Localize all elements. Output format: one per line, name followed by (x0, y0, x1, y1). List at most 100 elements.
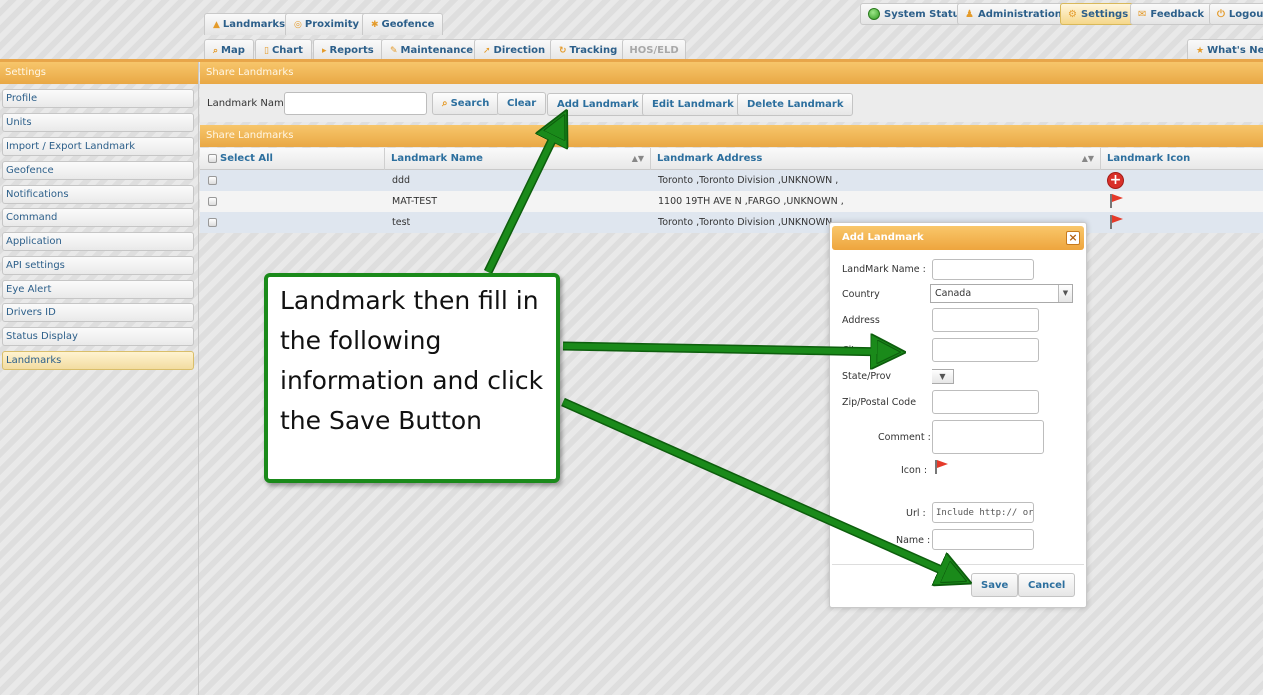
address-field[interactable] (932, 308, 1039, 332)
wrench-icon: ✎ (390, 45, 398, 56)
add-landmark-button[interactable]: Add Landmark (547, 93, 649, 116)
search-icon: ⌕ (442, 98, 448, 109)
row-landmark-name: test (392, 217, 411, 228)
comment-field[interactable] (932, 420, 1044, 454)
dialog-header: Add Landmark × (832, 226, 1084, 250)
country-select[interactable]: Canada ▼ (930, 284, 1073, 303)
sidebar-item-eye-alert[interactable]: Eye Alert (2, 280, 194, 299)
feedback-button[interactable]: ✉ Feedback (1130, 3, 1213, 25)
sidebar-item-command[interactable]: Command (2, 208, 194, 227)
sort-icon: ▲▼ (1081, 154, 1094, 163)
landmark-name-field-label: LandMark Name : (842, 264, 926, 275)
row-landmark-name: ddd (392, 175, 411, 186)
cancel-button[interactable]: Cancel (1018, 573, 1076, 597)
sidebar-item-profile[interactable]: Profile (2, 89, 194, 108)
grid-header: Select All Landmark Name ▲▼ Landmark Addr… (200, 148, 1263, 170)
dialog-divider (832, 564, 1084, 565)
tab-chart[interactable]: ▯ Chart (255, 39, 312, 61)
red-flag-icon[interactable] (934, 459, 948, 475)
direction-icon: ➚ (483, 45, 491, 56)
name-label: Name : (896, 535, 931, 546)
chart-icon: ▯ (264, 45, 269, 56)
tab-hos-eld[interactable]: HOS/ELD (622, 39, 686, 61)
icon-label: Icon : (901, 465, 928, 476)
whats-new-button[interactable]: ★What's New (1187, 39, 1263, 61)
tab-landmarks[interactable]: ▲ Landmarks (204, 13, 295, 35)
settings-button[interactable]: ⚙ Settings (1060, 3, 1137, 25)
sidebar-item-import-export[interactable]: Import / Export Landmark (2, 137, 194, 156)
save-button[interactable]: Save (971, 573, 1019, 597)
clear-button[interactable]: Clear (497, 92, 547, 115)
logout-button[interactable]: ⏻Logout (1209, 3, 1263, 25)
star-icon: ★ (1196, 45, 1205, 56)
sidebar-item-application[interactable]: Application (2, 232, 194, 251)
city-field[interactable] (932, 338, 1039, 362)
section-title: Share Landmarks (200, 62, 1263, 84)
sidebar-item-api-settings[interactable]: API settings (2, 256, 194, 275)
power-icon: ⏻ (1217, 8, 1225, 20)
country-label: Country (842, 289, 880, 300)
row-landmark-address: Toronto ,Toronto Division ,UNKNOWN , (658, 175, 839, 186)
administration-button[interactable]: ♟ Administration (957, 3, 1070, 25)
table-row[interactable]: MAT-TEST 1100 19TH AVE N ,FARGO ,UNKNOWN… (200, 191, 1263, 212)
search-button[interactable]: ⌕ Search (432, 92, 500, 115)
grid-title: Share Landmarks (200, 125, 1263, 147)
map-icon: ⌕ (213, 45, 219, 56)
annotation-callout: Landmark then fill in the following info… (264, 273, 560, 483)
zip-field[interactable] (932, 390, 1039, 414)
row-checkbox[interactable] (208, 218, 217, 227)
dialog-title: Add Landmark (842, 232, 924, 243)
name-field[interactable] (932, 529, 1034, 550)
column-landmark-icon[interactable]: Landmark Icon (1101, 148, 1263, 170)
address-label: Address (842, 315, 880, 326)
column-landmark-address[interactable]: Landmark Address ▲▼ (651, 148, 1101, 170)
row-checkbox[interactable] (208, 197, 217, 206)
landmark-name-label: Landmark Name: (207, 98, 294, 109)
landmark-name-search-input[interactable] (284, 92, 427, 115)
tab-reports[interactable]: ▸ Reports (313, 39, 383, 61)
table-row[interactable]: test Toronto ,Toronto Division ,UNKNOWN … (200, 212, 1263, 233)
feedback-icon: ✉ (1138, 8, 1147, 20)
tab-direction[interactable]: ➚ Direction (474, 39, 555, 61)
url-field[interactable]: Include http:// or https:// (932, 502, 1034, 523)
chevron-down-icon: ▼ (932, 370, 953, 383)
row-landmark-address: 1100 19TH AVE N ,FARGO ,UNKNOWN , (658, 196, 844, 207)
edit-landmark-button[interactable]: Edit Landmark (642, 93, 744, 116)
sidebar-item-notifications[interactable]: Notifications (2, 185, 194, 204)
landmark-icon: ▲ (213, 19, 220, 30)
table-row[interactable]: ddd Toronto ,Toronto Division ,UNKNOWN ,… (200, 170, 1263, 191)
sidebar-item-drivers-id[interactable]: Drivers ID (2, 303, 194, 322)
zip-label: Zip/Postal Code (842, 397, 917, 408)
row-checkbox[interactable] (208, 176, 217, 185)
red-flag-icon (1109, 193, 1123, 209)
sidebar-item-status-display[interactable]: Status Display (2, 327, 194, 346)
state-prov-select[interactable]: ▼ (932, 369, 954, 384)
red-flag-icon (1109, 214, 1123, 230)
geofence-icon: ✱ (371, 19, 379, 30)
sidebar-title: Settings (0, 62, 198, 84)
comment-label: Comment : (878, 432, 931, 443)
select-all-header[interactable]: Select All (200, 148, 385, 170)
row-landmark-address: Toronto ,Toronto Division ,UNKNOWN , (658, 217, 839, 228)
sidebar-item-landmarks[interactable]: Landmarks (2, 351, 194, 370)
url-label: Url : (906, 508, 926, 519)
add-landmark-dialog: Add Landmark × LandMark Name : Country C… (829, 222, 1087, 608)
tab-map[interactable]: ⌕ Map (204, 39, 254, 61)
tab-geofence[interactable]: ✱ Geofence (362, 13, 444, 35)
tracking-icon: ↻ (559, 45, 567, 56)
select-all-checkbox[interactable] (208, 154, 217, 163)
sidebar-item-units[interactable]: Units (2, 113, 194, 132)
tab-tracking[interactable]: ↻ Tracking (550, 39, 627, 61)
plus-icon: + (1107, 172, 1124, 189)
landmark-name-field[interactable] (932, 259, 1034, 280)
proximity-icon: ◎ (294, 19, 302, 30)
city-label: City (842, 345, 861, 356)
state-prov-label: State/Prov (842, 371, 892, 382)
sidebar-item-geofence[interactable]: Geofence (2, 161, 194, 180)
sort-icon: ▲▼ (631, 154, 644, 163)
tab-proximity[interactable]: ◎ Proximity (285, 13, 369, 35)
close-icon[interactable]: × (1066, 231, 1080, 245)
tab-maintenance[interactable]: ✎ Maintenance (381, 39, 483, 61)
delete-landmark-button[interactable]: Delete Landmark (737, 93, 854, 116)
column-landmark-name[interactable]: Landmark Name ▲▼ (385, 148, 651, 170)
